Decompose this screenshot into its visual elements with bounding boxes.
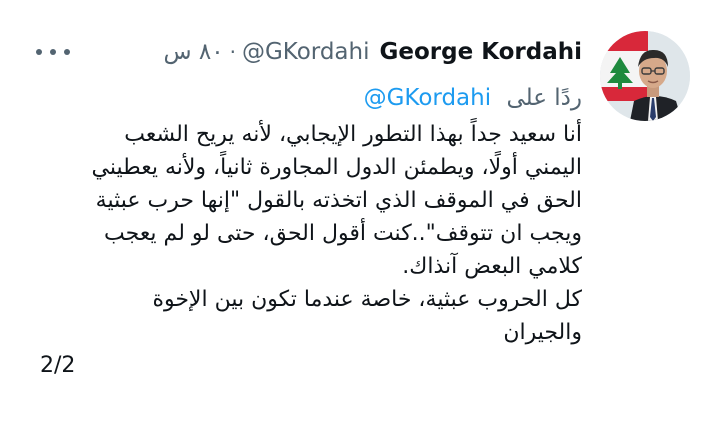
- tweet-text-line: اليمني أولًا، ويطمئن الدول المجاورة ثاني…: [91, 155, 582, 180]
- author-handle[interactable]: @GKordahi: [242, 34, 370, 70]
- more-dot: [64, 49, 70, 55]
- tweet-text-line: الحق في الموقف الذي اتخذته بالقول "إنها …: [95, 188, 582, 213]
- author-name[interactable]: George Kordahi: [380, 34, 583, 70]
- tweet-header: ٨٠ س · @GKordahi George Kordahi: [163, 34, 582, 70]
- avatar[interactable]: [600, 31, 690, 121]
- tweet-text-line: والجيران: [503, 320, 582, 345]
- separator-dot: ·: [229, 40, 236, 64]
- tweet-timestamp[interactable]: ٨٠ س: [163, 34, 223, 70]
- reply-mention-link[interactable]: @GKordahi: [364, 81, 492, 115]
- tweet-text: أنا سعيد جداً بهذا التطور الإيجابي، لأنه…: [40, 118, 582, 382]
- tweet-text-line: أنا سعيد جداً بهذا التطور الإيجابي، لأنه…: [124, 122, 582, 147]
- replying-to: ردًا على @GKordahi: [364, 81, 582, 115]
- replying-to-label: ردًا على: [506, 85, 582, 111]
- more-dot: [50, 49, 56, 55]
- tweet-text-line: كل الحروب عبثية، خاصة عندما تكون بين الإ…: [152, 287, 582, 312]
- avatar-photo-icon: [600, 31, 690, 121]
- tweet-card[interactable]: ٨٠ س · @GKordahi George Kordahi ردًا على…: [0, 0, 709, 437]
- thread-page-count: 2/2: [40, 353, 76, 378]
- tweet-text-line: ويجب ان تتوقف"..كنت أقول الحق، حتى لو لم…: [104, 221, 582, 246]
- more-options-icon[interactable]: [36, 44, 70, 60]
- tweet-text-line: كلامي البعض آنذاك.: [402, 254, 582, 279]
- more-dot: [36, 49, 42, 55]
